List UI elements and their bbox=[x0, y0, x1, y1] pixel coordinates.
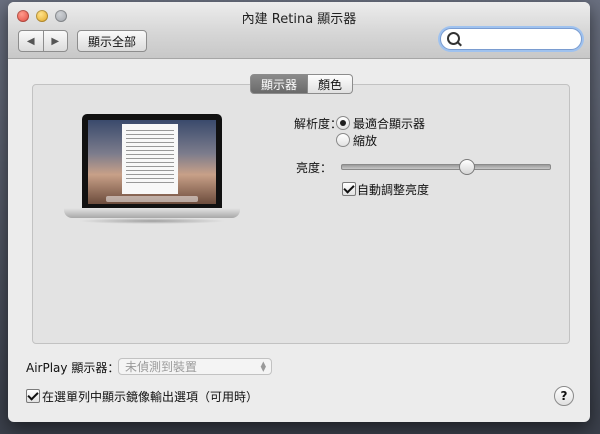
navigation-buttons: ◀ ▶ bbox=[18, 30, 68, 52]
tab-display[interactable]: 顯示器 bbox=[250, 74, 309, 94]
mirroring-menu-label[interactable]: 在選單列中顯示鏡像輸出選項（可用時） bbox=[42, 388, 258, 405]
brightness-slider[interactable] bbox=[341, 164, 551, 170]
window-title: 內建 Retina 顯示器 bbox=[241, 12, 357, 27]
brightness-slider-knob[interactable] bbox=[459, 159, 475, 175]
forward-button[interactable]: ▶ bbox=[42, 31, 68, 51]
macbook-illustration bbox=[64, 114, 240, 226]
airplay-label: AirPlay 顯示器： bbox=[26, 361, 120, 375]
laptop-screen bbox=[82, 114, 222, 208]
search-input[interactable] bbox=[463, 30, 577, 48]
title-bar: 內建 Retina 顯示器 ◀ ▶ 顯示全部 bbox=[8, 2, 590, 59]
chevron-updown-icon: ▲ ▼ bbox=[260, 360, 266, 373]
resolution-scaled-radio[interactable] bbox=[336, 133, 350, 147]
resolution-label: 解析度： bbox=[293, 117, 342, 131]
help-button[interactable]: ? bbox=[554, 386, 574, 406]
document-preview bbox=[122, 124, 178, 194]
resolution-scaled-label[interactable]: 縮放 bbox=[353, 132, 377, 149]
search-field[interactable] bbox=[440, 28, 582, 50]
auto-brightness-label[interactable]: 自動調整亮度 bbox=[357, 181, 429, 198]
tab-bar: 顯示器 顏色 bbox=[250, 74, 354, 94]
laptop-shadow bbox=[78, 218, 226, 224]
search-icon bbox=[447, 32, 460, 45]
brightness-label: 亮度： bbox=[295, 161, 332, 175]
tab-color[interactable]: 顏色 bbox=[308, 74, 354, 94]
laptop-wallpaper bbox=[88, 120, 216, 204]
airplay-display-select[interactable]: 未偵測到裝置 ▲ ▼ bbox=[118, 358, 272, 375]
show-all-button[interactable]: 顯示全部 bbox=[77, 30, 148, 52]
mirroring-menu-checkbox[interactable] bbox=[26, 389, 40, 403]
dock-preview bbox=[106, 196, 198, 202]
airplay-selected-value: 未偵測到裝置 bbox=[125, 360, 198, 374]
resolution-best-label[interactable]: 最適合顯示器 bbox=[353, 115, 425, 132]
resolution-best-radio[interactable] bbox=[336, 116, 350, 130]
back-button[interactable]: ◀ bbox=[19, 31, 43, 51]
preferences-window: 內建 Retina 顯示器 ◀ ▶ 顯示全部 顯示器 顏色 解析度： 最適合顯示… bbox=[8, 2, 590, 422]
auto-brightness-checkbox[interactable] bbox=[342, 182, 356, 196]
laptop-base bbox=[64, 208, 240, 218]
